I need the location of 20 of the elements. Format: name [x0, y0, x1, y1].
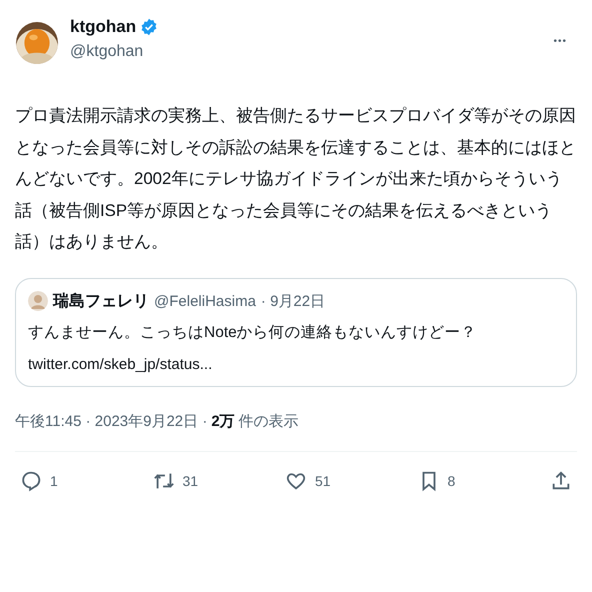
quote-author-name: 瑞島フェレリ [53, 292, 149, 312]
quote-card[interactable]: 瑞島フェレリ @FeleliHasima · 9月22日 すんませーん。こっちはNoteから何の連絡もないんすけどー？ twitter.com/skeb_jp/status... [15, 278, 577, 386]
action-count: 1 [50, 472, 58, 488]
tweet-text: プロ責法開示請求の実務上、被告側たるサービスプロバイダ等がその原因となった会員等に対しその訴訟の結果を伝達することは、基本的にはほとんどないです。2002年にテレサ協ガイドラインが出来た頃からそういう話（被告側ISP等が原因となった会員等にその結果を伝えるべきという話）はありません。 [15, 105, 577, 253]
reply-icon[interactable] [20, 470, 42, 492]
quote-author-handle: @FeleliHasima [154, 292, 256, 310]
author-name[interactable]: ktgohan [70, 17, 136, 37]
share-icon[interactable] [550, 470, 572, 492]
more-button[interactable]: ••• [553, 36, 567, 47]
views-label: 件の表示 [238, 412, 299, 430]
avatar-icon [28, 291, 48, 311]
quote-date: · 9月22日 [260, 292, 326, 310]
quote-link[interactable]: twitter.com/skeb_jp/status... [28, 354, 564, 376]
action-count: 8 [448, 472, 456, 488]
author-handle[interactable]: @ktgohan [70, 43, 158, 61]
view-count: 2万 [211, 412, 235, 430]
action-count: 51 [315, 472, 331, 488]
quote-text: すんませーん。こっちはNoteから何の連絡もないんすけどー？ [28, 322, 478, 342]
action-count: 31 [182, 472, 198, 488]
timestamp[interactable]: 午後11:45 · 2023年9月22日 · [15, 412, 208, 430]
